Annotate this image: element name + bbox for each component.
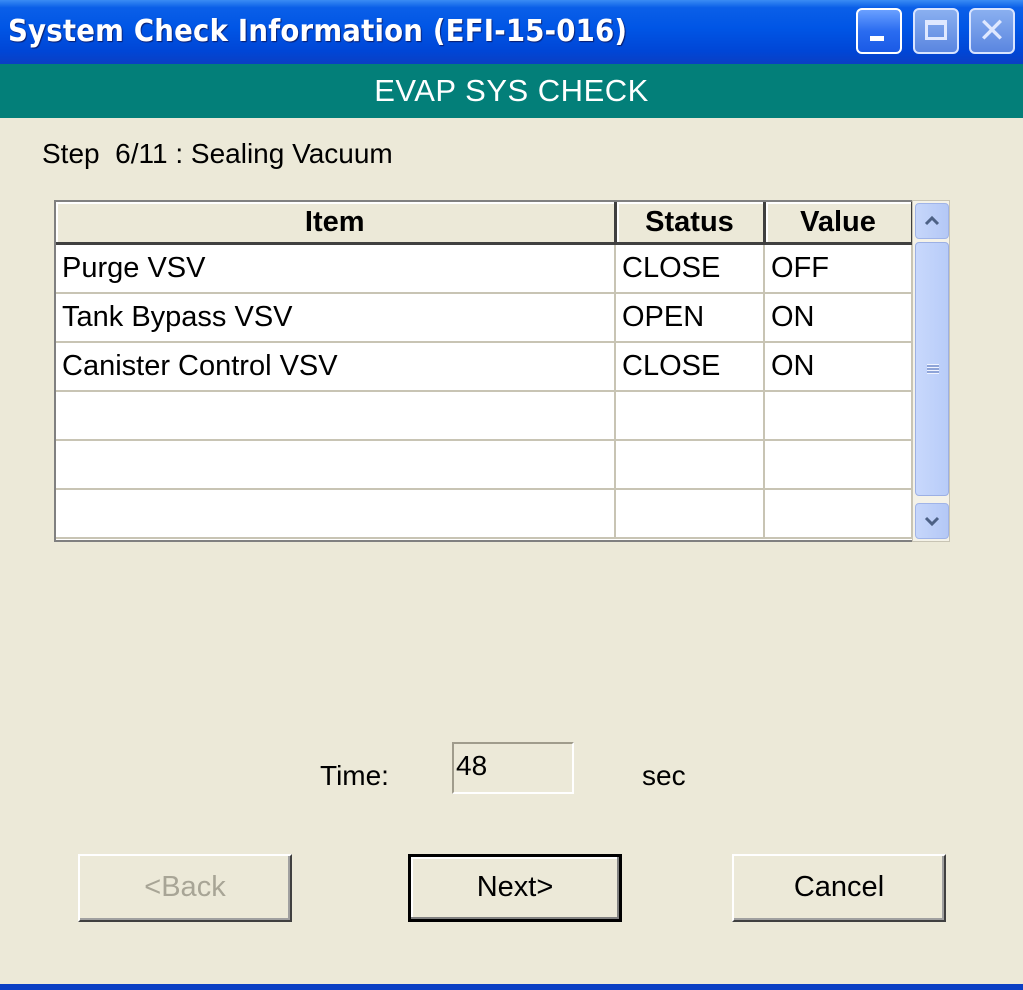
cancel-button[interactable]: Cancel: [732, 854, 946, 922]
close-button[interactable]: ✕: [969, 8, 1015, 54]
step-indicator: Step 6/11 : Sealing Vacuum: [42, 138, 393, 169]
cell-value: OFF: [764, 243, 913, 294]
back-button[interactable]: <Back: [78, 854, 292, 922]
table-row[interactable]: [56, 489, 913, 539]
cell-item: [56, 391, 616, 441]
cell-status: [615, 440, 765, 490]
minimize-button[interactable]: [856, 8, 902, 54]
cell-item: Purge VSV: [56, 243, 616, 294]
cell-item: [56, 489, 616, 539]
maximize-icon: [925, 20, 947, 40]
time-value-field: 48: [452, 742, 574, 794]
table-row[interactable]: Canister Control VSV CLOSE ON: [56, 342, 913, 392]
column-header-value[interactable]: Value: [764, 202, 914, 245]
window-bottom-border: [0, 984, 1023, 990]
close-icon: ✕: [977, 11, 1007, 51]
cell-item: Canister Control VSV: [56, 342, 616, 392]
cell-status: CLOSE: [615, 243, 765, 294]
scroll-up-button[interactable]: [915, 203, 949, 239]
cell-value: ON: [764, 342, 913, 392]
window-title: System Check Information (EFI-15-016): [8, 14, 628, 49]
scrollbar-thumb[interactable]: [915, 242, 949, 496]
cell-item: Tank Bypass VSV: [56, 293, 616, 343]
scroll-down-button[interactable]: [915, 503, 949, 539]
table-row[interactable]: [56, 391, 913, 441]
table-header-row: Item Status Value: [56, 202, 914, 245]
cell-status: CLOSE: [615, 342, 765, 392]
vertical-scrollbar[interactable]: [912, 200, 950, 542]
minimize-icon: [870, 36, 884, 41]
cell-value: [764, 489, 913, 539]
status-table: Item Status Value Purge VSV CLOSE OFF Ta…: [54, 200, 914, 542]
grip-icon: [927, 364, 939, 374]
cell-item: [56, 440, 616, 490]
cell-status: [615, 391, 765, 441]
maximize-button[interactable]: [913, 8, 959, 54]
table-row[interactable]: Purge VSV CLOSE OFF: [56, 243, 913, 294]
column-header-item[interactable]: Item: [56, 202, 617, 245]
time-unit-label: sec: [642, 760, 686, 791]
table-row[interactable]: [56, 440, 913, 490]
cell-value: [764, 391, 913, 441]
cell-status: [615, 489, 765, 539]
column-header-status[interactable]: Status: [615, 202, 766, 245]
cell-status: OPEN: [615, 293, 765, 343]
section-header: EVAP SYS CHECK: [0, 64, 1023, 118]
cell-value: ON: [764, 293, 913, 343]
title-bar[interactable]: System Check Information (EFI-15-016) ✕: [0, 0, 1023, 64]
next-button[interactable]: Next>: [408, 854, 622, 922]
chevron-down-icon: [924, 516, 940, 527]
chevron-up-icon: [924, 215, 940, 226]
cell-value: [764, 440, 913, 490]
table-row[interactable]: Tank Bypass VSV OPEN ON: [56, 293, 913, 343]
time-label: Time:: [320, 760, 389, 791]
